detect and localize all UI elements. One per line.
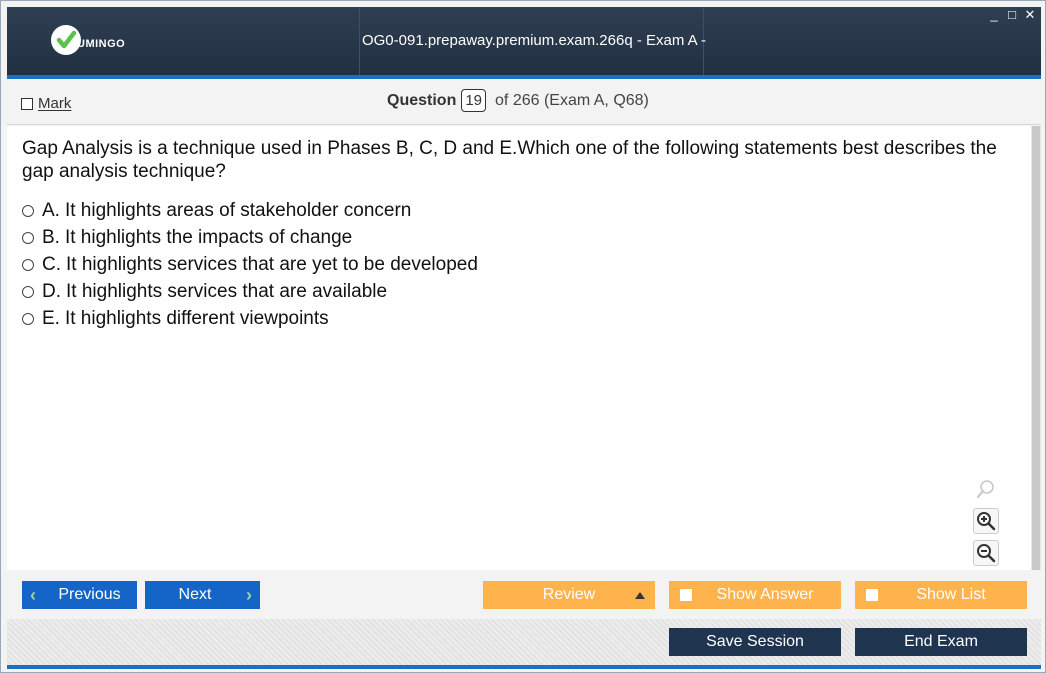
option-a[interactable]: A. It highlights areas of stakeholder co… [22,197,478,224]
question-label: Question [387,91,457,109]
navigation-bar: ‹ Previous Next › Review Show Answer Sho… [7,571,1041,619]
option-e[interactable]: E. It highlights different viewpoints [22,305,478,332]
footer-area: Save Session End Exam [7,619,1041,667]
answer-options: A. It highlights areas of stakeholder co… [22,197,478,332]
option-letter: E. [42,307,60,329]
question-number-input[interactable]: 19 [461,89,487,112]
radio-button[interactable] [22,204,34,217]
show-answer-button[interactable]: Show Answer [669,581,841,609]
option-c[interactable]: C. It highlights services that are yet t… [22,251,478,278]
option-text: It highlights services that are yet to b… [66,253,478,275]
save-session-label: Save Session [706,633,804,650]
magnifier-icon[interactable] [973,476,999,502]
vertical-scrollbar[interactable] [1031,126,1041,570]
chevron-right-icon: › [246,584,252,605]
save-session-button[interactable]: Save Session [669,628,841,656]
logo-text: UMINGO [77,38,126,50]
review-label: Review [542,586,596,603]
question-counter: Question 19 of 266 (Exam A, Q68) [387,89,649,112]
radio-button[interactable] [22,285,34,298]
previous-button[interactable]: ‹ Previous [22,581,137,609]
option-b[interactable]: B. It highlights the impacts of change [22,224,478,251]
option-text: It highlights services that are availabl… [66,280,388,302]
option-text: It highlights different viewpoints [64,307,329,329]
checkbox-icon[interactable] [866,589,878,601]
end-exam-button[interactable]: End Exam [855,628,1027,656]
radio-button[interactable] [22,312,34,325]
option-letter: A. [42,199,60,221]
window-controls: _ □ ✕ [987,7,1037,23]
previous-label: Previous [58,586,121,603]
radio-button[interactable] [22,231,34,244]
checkbox-box[interactable] [21,97,33,110]
show-list-button[interactable]: Show List [855,581,1027,609]
app-logo: UMINGO [51,25,161,55]
app-window: UMINGO OG0-091.prepaway.premium.exam.266… [0,0,1046,673]
checkbox-icon[interactable] [680,589,692,601]
option-letter: B. [42,226,60,248]
chevron-left-icon: ‹ [30,584,36,605]
radio-button[interactable] [22,258,34,271]
next-label: Next [178,586,212,603]
option-letter: C. [42,253,61,275]
mark-label: Mark [38,95,72,112]
maximize-button[interactable]: □ [1005,7,1019,23]
question-header: Mark Question 19 of 266 (Exam A, Q68) [7,79,1041,125]
end-exam-label: End Exam [904,633,978,650]
option-d[interactable]: D. It highlights services that are avail… [22,278,478,305]
show-answer-label: Show Answer [716,586,814,603]
zoom-in-icon[interactable] [973,508,999,534]
mark-checkbox[interactable]: Mark [21,95,71,112]
next-button[interactable]: Next › [145,581,260,609]
close-button[interactable]: ✕ [1023,7,1037,23]
option-text: It highlights the impacts of change [64,226,353,248]
title-bar: UMINGO OG0-091.prepaway.premium.exam.266… [7,7,1041,117]
option-letter: D. [42,280,61,302]
show-list-label: Show List [916,586,986,603]
checkmark-icon [51,25,81,55]
minimize-button[interactable]: _ [987,7,1001,23]
caret-up-icon [635,592,645,599]
window-title: OG0-091.prepaway.premium.exam.266q - Exa… [361,32,707,117]
footer-accent-line [7,665,1041,669]
review-button[interactable]: Review [483,581,655,609]
option-text: It highlights areas of stakeholder conce… [64,199,412,221]
question-total: of 266 (Exam A, Q68) [495,91,649,109]
zoom-controls [973,476,999,566]
zoom-out-icon[interactable] [973,540,999,566]
scrollbar-thumb[interactable] [1032,126,1040,570]
question-pane: Gap Analysis is a technique used in Phas… [7,126,1041,570]
question-text: Gap Analysis is a technique used in Phas… [22,138,997,182]
